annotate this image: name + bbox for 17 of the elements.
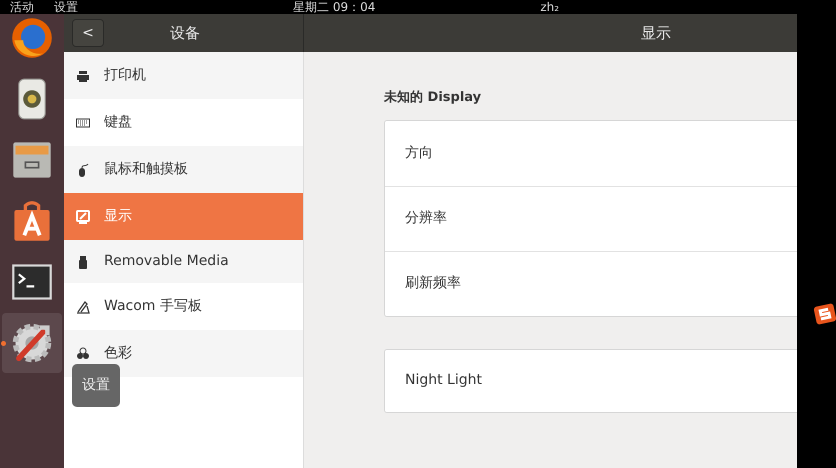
sidebar-item[interactable]: 打印机 — [64, 52, 303, 99]
activities-button[interactable]: 活动 — [10, 0, 34, 14]
settings-row[interactable]: Night Light — [384, 348, 797, 412]
back-button[interactable]: < — [72, 19, 104, 47]
clock[interactable]: 星期二 09：04 — [293, 0, 376, 14]
section-heading: 未知的 Display — [384, 89, 482, 107]
sidebar-item[interactable]: 鼠标和触摸板 — [64, 146, 303, 193]
settings-row[interactable]: 分辨率 — [385, 186, 797, 250]
tooltip: 设置 — [72, 364, 120, 407]
input-method-indicator[interactable]: zh₂ — [540, 0, 560, 14]
sidebar-item[interactable]: Removable Media — [64, 240, 303, 283]
sidebar-title: 设备 — [170, 22, 200, 44]
sidebar-item[interactable]: 色彩 — [64, 330, 303, 377]
settings-row[interactable]: 方向 — [385, 120, 797, 186]
settings-row[interactable]: 刷新频率 — [385, 250, 797, 316]
app-menu[interactable]: 设置 — [54, 0, 78, 14]
window-title: 显示 — [641, 22, 671, 44]
